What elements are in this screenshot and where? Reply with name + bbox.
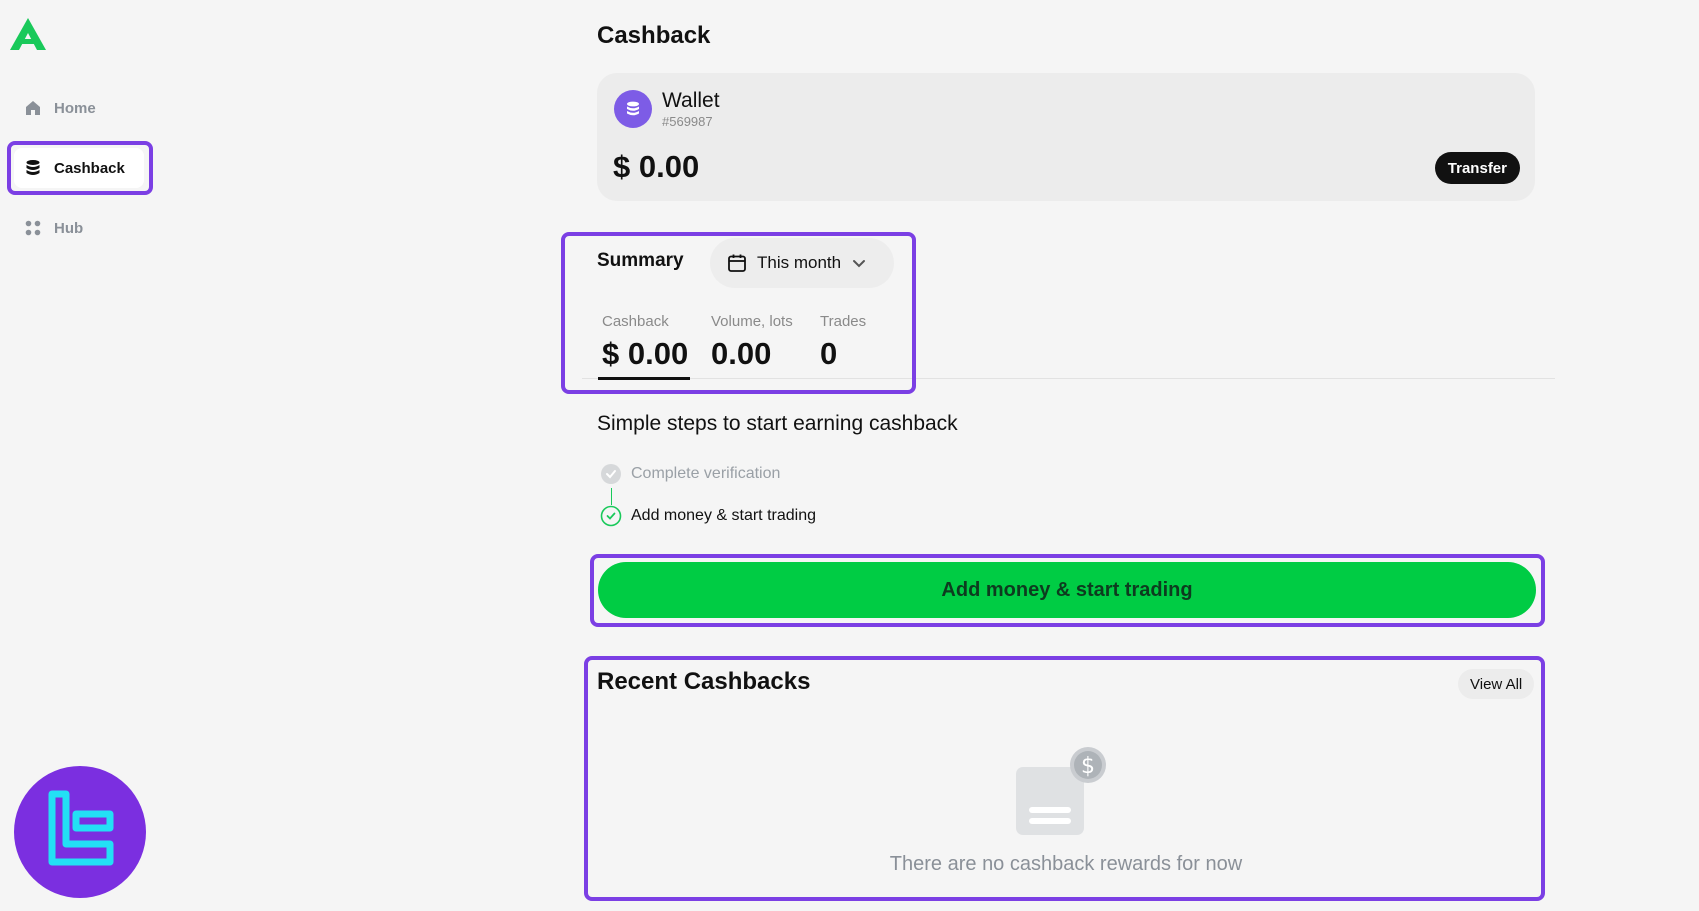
step-complete-verification: Complete verification: [600, 463, 780, 485]
cashback-page: Home Cashback Hub Cashback Wallet #56998…: [0, 0, 1699, 911]
step-connector: [611, 488, 612, 505]
recent-cashbacks-title: Recent Cashbacks: [597, 668, 811, 695]
broker-logo-icon[interactable]: [8, 16, 48, 52]
sidebar-item-label: Hub: [54, 219, 84, 237]
coin-stack-icon: [614, 90, 652, 128]
summary-divider: [582, 378, 1555, 379]
wallet-name: Wallet: [662, 89, 720, 112]
wallet-card: Wallet #569987 $ 0.00 Transfer: [597, 73, 1535, 201]
grid-dots-icon: [25, 220, 41, 236]
chevron-down-icon: [853, 260, 866, 268]
page-title: Cashback: [597, 22, 711, 49]
view-all-button[interactable]: View All: [1458, 669, 1535, 699]
active-stat-underline: [598, 377, 690, 380]
summary-title: Summary: [597, 250, 684, 271]
wallet-balance: $ 0.00: [613, 149, 700, 184]
stat-value-trades[interactable]: 0: [820, 336, 837, 372]
empty-state-text: There are no cashback rewards for now: [889, 853, 1243, 875]
step-add-money: Add money & start trading: [600, 505, 816, 527]
period-dropdown[interactable]: This month: [710, 238, 894, 288]
step-label: Complete verification: [631, 465, 781, 482]
step-label: Add money & start trading: [631, 507, 816, 524]
stat-label-volume: Volume, lots: [711, 313, 793, 330]
calendar-icon: [728, 254, 746, 272]
sidebar-item-home[interactable]: Home: [14, 88, 144, 128]
sidebar-item-cashback[interactable]: Cashback: [14, 148, 144, 188]
cashback-empty-icon: $: [1016, 747, 1106, 835]
period-label: This month: [757, 253, 842, 272]
stat-value-volume[interactable]: 0.00: [711, 336, 771, 372]
add-money-start-trading-button[interactable]: Add money & start trading: [598, 562, 1536, 618]
sidebar-item-label: Cashback: [54, 159, 125, 177]
svg-text:$: $: [1081, 754, 1095, 779]
stat-label-trades: Trades: [820, 313, 867, 330]
steps-title: Simple steps to start earning cashback: [597, 412, 958, 435]
home-icon: [26, 101, 40, 115]
sidebar-item-hub[interactable]: Hub: [14, 208, 144, 248]
check-circle-outline-icon: [600, 505, 622, 527]
transfer-button[interactable]: Transfer: [1434, 152, 1520, 184]
sidebar-item-label: Home: [54, 99, 96, 117]
watermark-logo-icon: [14, 766, 146, 898]
stat-label-cashback: Cashback: [602, 313, 669, 330]
wallet-id: #569987: [662, 114, 713, 129]
check-circle-icon: [601, 464, 621, 484]
database-stack-icon: [26, 160, 40, 175]
stat-value-cashback[interactable]: $ 0.00: [602, 336, 688, 372]
